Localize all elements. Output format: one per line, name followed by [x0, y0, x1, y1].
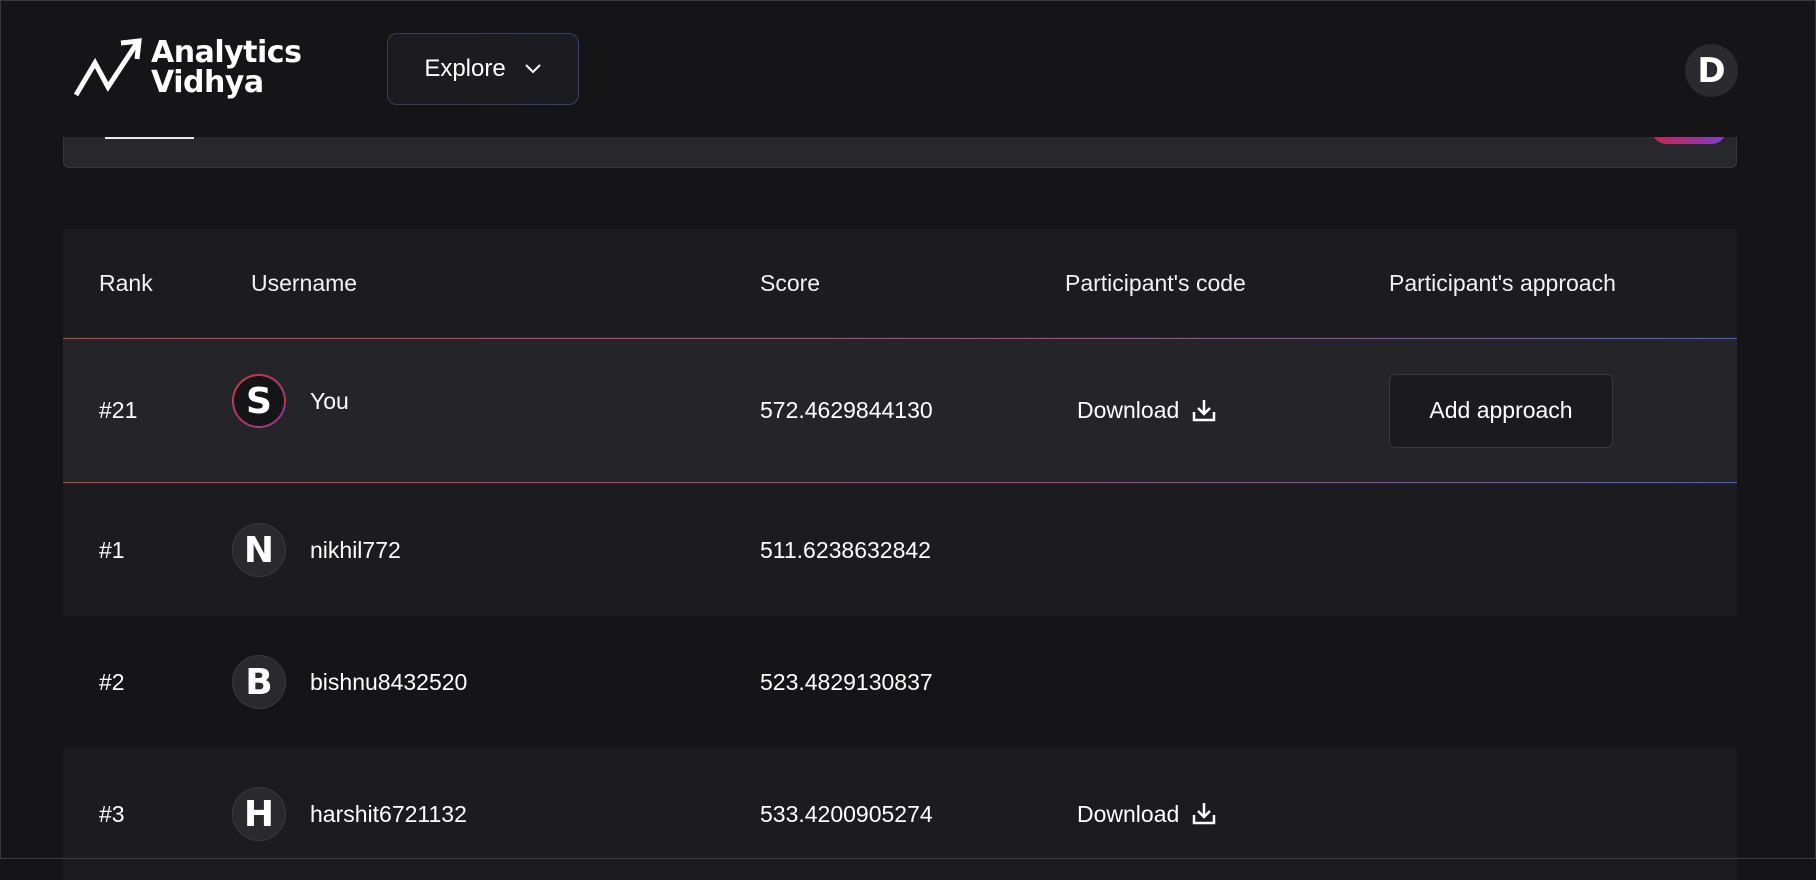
download-label: Download [1077, 800, 1180, 827]
avatar-initial: S [246, 380, 272, 422]
avatar: B [232, 655, 286, 709]
rank-cell: #1 [99, 536, 125, 563]
username: nikhil772 [310, 536, 401, 563]
download-code-button[interactable]: Download [1065, 389, 1229, 432]
column-participants-code: Participant's code [1065, 269, 1246, 296]
username: bishnu8432520 [310, 668, 468, 695]
add-approach-label: Add approach [1429, 397, 1573, 423]
avatar: S [232, 374, 286, 428]
score-cell: 533.4200905274 [760, 800, 933, 827]
column-participants-approach: Participant's approach [1389, 269, 1616, 296]
logo-text: Analytics Vidhya [151, 35, 302, 100]
add-approach-button[interactable]: Add approach [1389, 373, 1613, 448]
explore-dropdown[interactable]: Explore [387, 33, 579, 105]
username: You [310, 387, 349, 414]
download-code-button[interactable]: Download [1065, 793, 1229, 836]
download-icon [1193, 803, 1216, 825]
username-cell: S You [232, 374, 349, 428]
profile-avatar[interactable]: D [1685, 44, 1738, 97]
rank-cell: #2 [99, 668, 125, 695]
avatar: H [232, 787, 286, 841]
column-username: Username [251, 269, 358, 296]
profile-initial: D [1697, 50, 1726, 91]
table-header: Rank Username Score Participant's code P… [63, 229, 1737, 337]
score-cell: 572.4629844130 [760, 397, 933, 423]
analytics-vidhya-logo[interactable]: Analytics Vidhya [73, 35, 302, 100]
avatar-initial: H [243, 793, 275, 835]
username-cell: B bishnu8432520 [232, 655, 467, 709]
username-cell: H harshit6721132 [232, 787, 467, 841]
table-row: #2 B bishnu8432520 523.4829130837 [63, 616, 1737, 748]
column-rank: Rank [99, 269, 153, 296]
avatar-initial: N [243, 529, 275, 571]
avatar: N [232, 523, 286, 577]
top-navigation-bar: Analytics Vidhya Explore D [1, 1, 1815, 137]
current-user-row: #21 S You 572.4629844130 Download Add ap… [63, 337, 1737, 484]
rank-cell: #3 [99, 800, 125, 827]
username: harshit6721132 [310, 800, 467, 827]
download-icon [1193, 399, 1216, 421]
logo-line-1: Analytics [151, 35, 302, 70]
score-cell: 511.6238632842 [760, 536, 931, 563]
active-tab-underline [105, 137, 194, 139]
trend-arrow-icon [73, 38, 142, 97]
table-row: #3 H harshit6721132 533.4200905274 Downl… [63, 748, 1737, 880]
avatar-initial: B [245, 661, 273, 703]
chevron-down-icon [524, 64, 541, 74]
rank-cell: #21 [99, 397, 138, 423]
table-row: #1 N nikhil772 511.6238632842 [63, 484, 1737, 616]
leaderboard-table: Rank Username Score Participant's code P… [63, 229, 1737, 880]
column-score: Score [760, 269, 821, 296]
explore-label: Explore [424, 55, 506, 82]
score-cell: 523.4829130837 [760, 668, 933, 695]
download-label: Download [1077, 397, 1180, 423]
logo-line-2: Vidhya [151, 65, 264, 100]
username-cell: N nikhil772 [232, 523, 401, 577]
